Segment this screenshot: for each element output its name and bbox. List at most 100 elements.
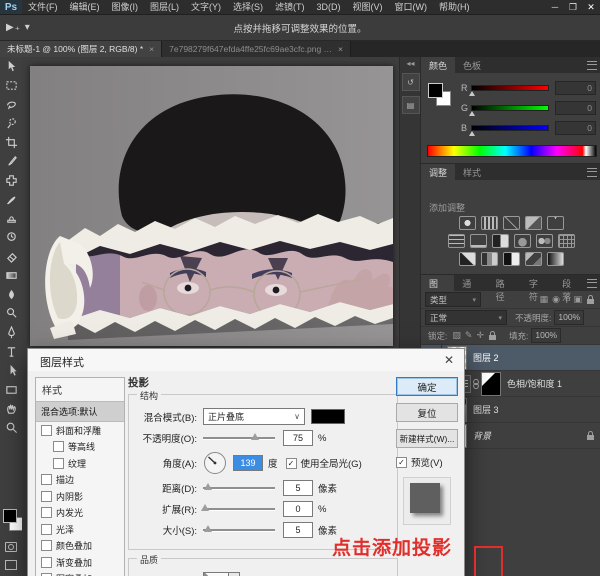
color-balance-icon[interactable] — [470, 234, 487, 248]
global-light-checkbox[interactable] — [286, 458, 297, 469]
tab-color[interactable]: 颜色 — [421, 57, 455, 73]
layer-name[interactable]: 图层 2 — [473, 351, 499, 364]
blue-value-field[interactable]: 0 — [555, 121, 596, 135]
checkbox-icon[interactable] — [41, 425, 52, 436]
style-item-stroke[interactable]: 描边 — [36, 472, 124, 489]
opacity-value[interactable]: 100% — [554, 310, 584, 325]
color-fg-bg-swatches[interactable] — [428, 83, 454, 109]
lock-pixels-icon[interactable]: ✎ — [465, 330, 473, 341]
style-item-pattern-overlay[interactable]: 图案叠加 — [36, 571, 124, 576]
menu-layer[interactable]: 图层(L) — [144, 0, 185, 14]
checkbox-icon[interactable] — [41, 507, 52, 518]
distance-slider[interactable] — [203, 487, 275, 490]
black-white-icon[interactable] — [492, 234, 509, 248]
lock-all-icon[interactable] — [489, 335, 496, 340]
tab-channels[interactable]: 通道 — [454, 275, 487, 291]
menu-type[interactable]: 文字(Y) — [185, 0, 227, 14]
layer-mask-thumbnail[interactable] — [481, 372, 501, 396]
style-item-texture[interactable]: 纹理 — [36, 455, 124, 472]
checkbox-icon[interactable] — [53, 458, 64, 469]
shadow-color-swatch[interactable] — [311, 409, 345, 424]
filter-kind-dropdown[interactable]: 类型▾ — [425, 292, 481, 307]
marquee-tool[interactable] — [0, 76, 22, 95]
history-panel-icon[interactable]: ↺ — [402, 73, 420, 91]
blur-tool[interactable] — [0, 285, 22, 304]
photo-filter-icon[interactable] — [514, 234, 531, 248]
shape-tool[interactable] — [0, 380, 22, 399]
green-slider[interactable] — [471, 105, 549, 111]
style-item-inner-glow[interactable]: 内发光 — [36, 505, 124, 522]
checkbox-icon[interactable] — [41, 540, 52, 551]
channel-mixer-icon[interactable] — [536, 234, 553, 248]
foreground-color-swatch[interactable] — [428, 83, 443, 98]
opacity-slider[interactable] — [203, 437, 275, 440]
tab-close-icon[interactable]: × — [338, 44, 343, 54]
style-item-color-overlay[interactable]: 颜色叠加 — [36, 538, 124, 555]
style-item-inner-shadow[interactable]: 内阴影 — [36, 488, 124, 505]
zoom-tool[interactable] — [0, 418, 22, 437]
red-value-field[interactable]: 0 — [555, 81, 596, 95]
foreground-background-swatches[interactable] — [2, 509, 22, 535]
close-button[interactable]: ✕ — [582, 0, 600, 14]
tab-paragraph[interactable]: 段落 — [554, 275, 587, 291]
filter-adjustment-layers-icon[interactable]: ◉ — [552, 294, 560, 305]
document-tab-inactive[interactable]: 7e798279f647efda4ffe25fc69ae3cfc.png … × — [162, 41, 351, 57]
checkbox-icon[interactable] — [41, 557, 52, 568]
menu-select[interactable]: 选择(S) — [227, 0, 269, 14]
spread-field[interactable]: 0 — [283, 501, 313, 517]
menu-filter[interactable]: 滤镜(T) — [269, 0, 311, 14]
filter-type-layers-icon[interactable]: T — [564, 295, 570, 305]
gradient-map-icon[interactable] — [547, 252, 564, 266]
blend-mode-select[interactable]: 正片叠底∨ — [203, 408, 305, 425]
menu-help[interactable]: 帮助(H) — [433, 0, 476, 14]
panel-menu-icon[interactable] — [587, 168, 597, 177]
blue-slider[interactable] — [471, 125, 549, 131]
brightness-contrast-icon[interactable] — [459, 216, 476, 230]
tab-close-icon[interactable]: × — [149, 44, 154, 54]
eraser-tool[interactable] — [0, 247, 22, 266]
menu-3d[interactable]: 3D(D) — [311, 0, 347, 14]
lock-position-icon[interactable]: ✛ — [476, 330, 484, 341]
clone-stamp-tool[interactable] — [0, 209, 22, 228]
checkbox-icon[interactable] — [41, 474, 52, 485]
layer-name[interactable]: 色相/饱和度 1 — [507, 377, 562, 390]
expand-panels-icon[interactable]: ◂◂ — [400, 59, 421, 68]
exposure-icon[interactable] — [525, 216, 542, 230]
threshold-icon[interactable] — [503, 252, 520, 266]
type-tool[interactable] — [0, 342, 22, 361]
screen-mode-button[interactable] — [0, 557, 22, 573]
crop-tool[interactable] — [0, 133, 22, 152]
angle-field[interactable]: 139 — [233, 455, 263, 471]
tab-layers[interactable]: 图层 — [421, 275, 454, 291]
dialog-title-bar[interactable]: 图层样式 ✕ — [28, 349, 464, 371]
menu-image[interactable]: 图像(I) — [106, 0, 145, 14]
filter-smart-object-icon[interactable] — [587, 299, 594, 304]
angle-dial[interactable] — [203, 451, 227, 475]
posterize-icon[interactable] — [481, 252, 498, 266]
maximize-button[interactable]: ❐ — [564, 0, 582, 14]
ok-button[interactable]: 确定 — [396, 377, 458, 396]
lasso-tool[interactable] — [0, 95, 22, 114]
layer-name[interactable]: 图层 3 — [473, 403, 499, 416]
document-image[interactable] — [30, 66, 393, 346]
gradient-tool[interactable] — [0, 266, 22, 285]
vibrance-icon[interactable] — [547, 216, 564, 230]
style-item-contour[interactable]: 等高线 — [36, 439, 124, 456]
foreground-color-swatch[interactable] — [3, 509, 17, 523]
menu-file[interactable]: 文件(F) — [22, 0, 64, 14]
pen-tool[interactable] — [0, 323, 22, 342]
filter-pixel-layers-icon[interactable]: ▦ — [540, 294, 549, 305]
dodge-tool[interactable] — [0, 304, 22, 323]
checkbox-icon[interactable] — [41, 491, 52, 502]
size-slider[interactable] — [203, 529, 275, 532]
checkbox-icon[interactable] — [41, 524, 52, 535]
style-item-satin[interactable]: 光泽 — [36, 521, 124, 538]
red-slider[interactable] — [471, 85, 549, 91]
checkbox-icon[interactable] — [53, 441, 64, 452]
document-tab-active[interactable]: 未标题-1 @ 100% (图层 2, RGB/8) * × — [0, 41, 162, 57]
menu-window[interactable]: 窗口(W) — [389, 0, 434, 14]
curves-icon[interactable] — [503, 216, 520, 230]
layer-name[interactable]: 背景 — [473, 429, 491, 442]
spread-slider[interactable] — [203, 508, 275, 511]
selective-color-icon[interactable] — [525, 252, 542, 266]
